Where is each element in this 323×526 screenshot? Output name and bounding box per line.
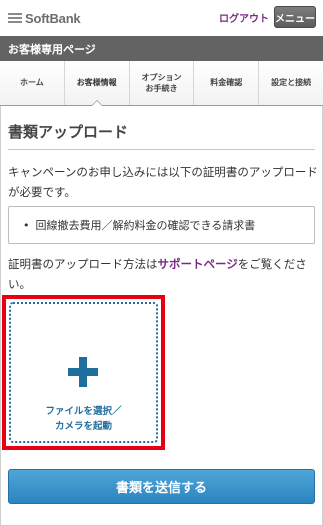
logo-text: SoftBank — [25, 10, 81, 26]
bullet: • — [23, 218, 30, 232]
top-bar: SoftBank ログアウト メニュー — [0, 0, 323, 36]
softbank-logo[interactable]: SoftBank — [8, 10, 81, 26]
tab-home[interactable]: ホーム — [0, 61, 65, 105]
document-item: 回線撤去費用／解約料金の確認できる請求書 — [35, 219, 256, 232]
submit-documents-button[interactable]: 書類を送信する — [8, 469, 315, 504]
softbank-bars-icon — [8, 13, 22, 23]
menu-button[interactable]: メニュー — [274, 6, 316, 28]
upload-method-text: 証明書のアップロード方法はサポートページをご覧ください。 — [8, 257, 307, 291]
tab-customer-info[interactable]: お客様情報 — [65, 61, 130, 106]
support-page-link[interactable]: サポートページ — [158, 257, 238, 271]
tab-settings[interactable]: 設定と接続 — [259, 61, 323, 105]
logout-link[interactable]: ログアウト — [219, 10, 269, 25]
page-title: お客様専用ページ — [0, 36, 323, 61]
tab-bar: ホーム お客様情報 オプション お手続き 料金確認 設定と接続 — [0, 61, 323, 106]
tab-billing[interactable]: 料金確認 — [194, 61, 260, 105]
title-divider — [8, 149, 315, 150]
section-title: 書類アップロード — [8, 123, 129, 141]
upload-label: ファイルを選択／ カメラを起動 — [45, 406, 122, 432]
description-text: キャンペーンのお申し込みには以下の証明書のアップロードが必要です。 — [8, 165, 318, 199]
plus-icon — [68, 357, 98, 387]
file-upload-area[interactable]: ファイルを選択／ カメラを起動 — [9, 302, 158, 443]
required-documents-box: • 回線撤去費用／解約料金の確認できる請求書 — [8, 206, 315, 244]
tab-options[interactable]: オプション お手続き — [130, 61, 195, 105]
